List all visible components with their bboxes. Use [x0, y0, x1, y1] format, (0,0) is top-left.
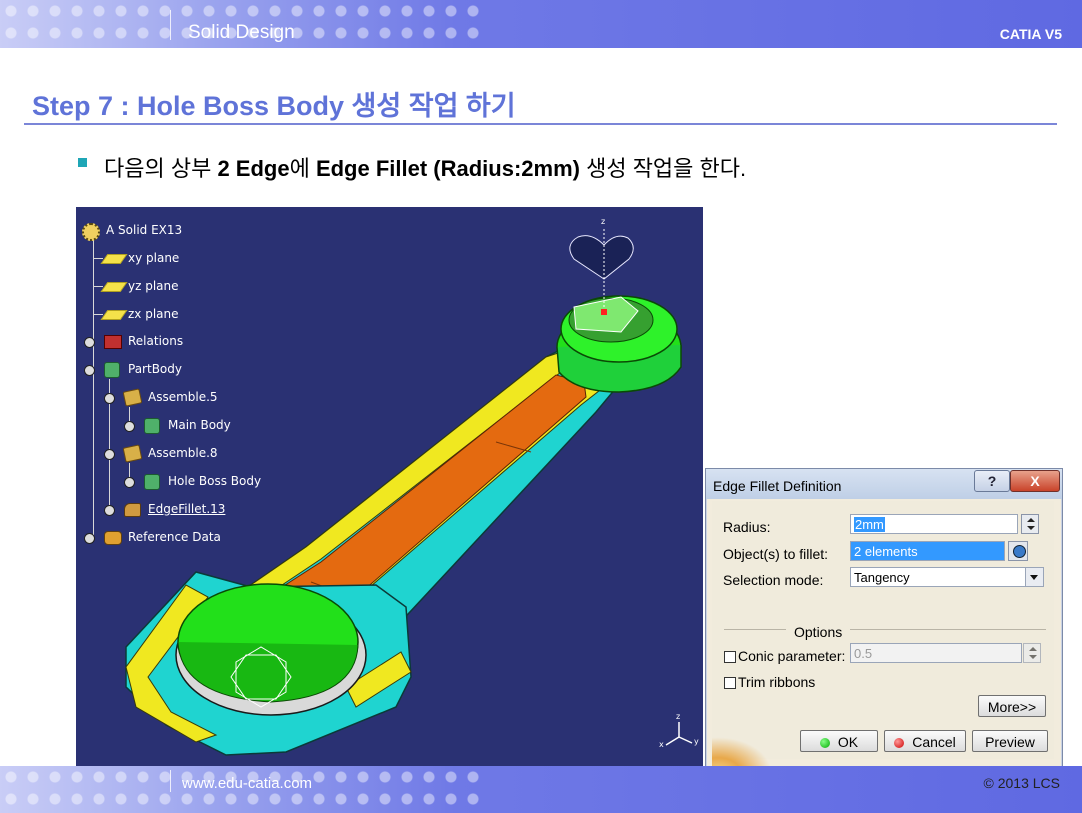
tree-item-edgefillet[interactable]: EdgeFillet.13: [124, 499, 225, 519]
header-title: Solid Design: [188, 22, 295, 43]
footer-copyright: © 2013 LCS: [983, 775, 1060, 791]
objects-label: Object(s) to fillet:: [723, 546, 829, 562]
sketch-z-label: z: [601, 217, 606, 226]
header-band: Solid Design CATIA V5: [0, 0, 1082, 48]
dialog-body: Radius: 2mm Object(s) to fillet: 2 eleme…: [712, 501, 1054, 773]
footer-url: www.edu-catia.com: [182, 775, 313, 792]
dialog-titlebar[interactable]: Edge Fillet Definition ? X: [706, 469, 1062, 499]
plane-icon: [100, 306, 128, 322]
tree-item-relations[interactable]: Relations: [104, 331, 183, 351]
expand-holeboss-icon[interactable]: [124, 477, 135, 488]
radius-label: Radius:: [723, 519, 771, 535]
assemble-icon: [122, 388, 143, 407]
expand-relations-icon[interactable]: [84, 337, 95, 348]
pick-icon[interactable]: [1008, 541, 1028, 561]
conic-spinner[interactable]: [1023, 643, 1041, 663]
body-icon: [144, 417, 162, 434]
catia-3d-viewport[interactable]: z x y z A Solid EX13 xy plane yz plane z…: [76, 207, 703, 766]
compass-z-label: z: [676, 712, 681, 721]
close-icon[interactable]: X: [1010, 470, 1060, 492]
trim-ribbons-label: Trim ribbons: [738, 674, 816, 690]
fillet-icon: [124, 501, 142, 517]
tree-item-hole-boss-body[interactable]: Hole Boss Body: [144, 471, 261, 491]
tree-item-assemble8[interactable]: Assemble.8: [122, 443, 218, 463]
compass-x-label: x: [659, 740, 664, 749]
tree-item-reference-data[interactable]: Reference Data: [104, 527, 221, 547]
tree-item-zx-plane[interactable]: zx plane: [100, 304, 179, 324]
header-product: CATIA V5: [999, 26, 1062, 42]
expand-mainbody-icon[interactable]: [124, 421, 135, 432]
expand-fillet-icon[interactable]: [104, 505, 115, 516]
collapse-partbody-icon[interactable]: [84, 365, 95, 376]
cancel-icon: [894, 738, 905, 748]
ok-button[interactable]: OK: [800, 730, 878, 752]
options-group-label: Options: [794, 624, 843, 640]
conic-parameter-checkbox[interactable]: [724, 651, 736, 663]
radius-input[interactable]: 2mm: [850, 514, 1018, 534]
chevron-down-icon[interactable]: [1025, 568, 1043, 586]
spec-tree[interactable]: A Solid EX13 xy plane yz plane zx plane …: [76, 207, 336, 567]
trim-ribbons-checkbox[interactable]: [724, 677, 736, 689]
tree-root[interactable]: A Solid EX13: [82, 220, 182, 241]
page-title: Step 7 : Hole Boss Body 생성 작업 하기: [32, 91, 516, 121]
reference-icon: [104, 529, 122, 545]
assemble-icon: [122, 444, 143, 463]
tree-item-main-body[interactable]: Main Body: [144, 415, 231, 435]
compass-y-label: y: [694, 737, 699, 746]
radius-spinner[interactable]: [1021, 514, 1039, 534]
tree-item-yz-plane[interactable]: yz plane: [100, 276, 179, 296]
conic-parameter-input[interactable]: 0.5: [850, 643, 1022, 663]
expand-reference-icon[interactable]: [84, 533, 95, 544]
cancel-button[interactable]: Cancel: [884, 730, 966, 752]
relations-icon: [104, 333, 122, 349]
more-button[interactable]: More>>: [978, 695, 1046, 717]
title-divider: [24, 123, 1057, 125]
selection-mode-label: Selection mode:: [723, 572, 824, 588]
objects-to-fillet-field[interactable]: 2 elements: [850, 541, 1005, 561]
collapse-assemble5-icon[interactable]: [104, 393, 115, 404]
tree-item-xy-plane[interactable]: xy plane: [100, 248, 179, 268]
selection-mode-select[interactable]: Tangency: [850, 567, 1044, 587]
bullet-text: 다음의 상부 2 Edge에 Edge Fillet (Radius:2mm) …: [104, 156, 747, 181]
dialog-title: Edge Fillet Definition: [713, 478, 842, 494]
tree-item-partbody[interactable]: PartBody: [104, 359, 182, 379]
preview-button[interactable]: Preview: [972, 730, 1048, 752]
plane-icon: [100, 250, 128, 266]
plane-icon: [100, 278, 128, 294]
partbody-icon: [104, 361, 122, 378]
edge-fillet-dialog[interactable]: Edge Fillet Definition ? X Radius: 2mm O…: [705, 468, 1063, 773]
footer-band: www.edu-catia.com © 2013 LCS: [0, 766, 1082, 813]
tree-item-assemble5[interactable]: Assemble.5: [122, 387, 218, 407]
body-icon: [144, 473, 162, 490]
ok-icon: [819, 738, 830, 748]
conic-parameter-label: Conic parameter:: [738, 648, 846, 664]
help-icon[interactable]: ?: [974, 470, 1010, 492]
collapse-assemble8-icon[interactable]: [104, 449, 115, 460]
bullet-marker: [78, 158, 87, 167]
part-icon: [82, 222, 100, 241]
